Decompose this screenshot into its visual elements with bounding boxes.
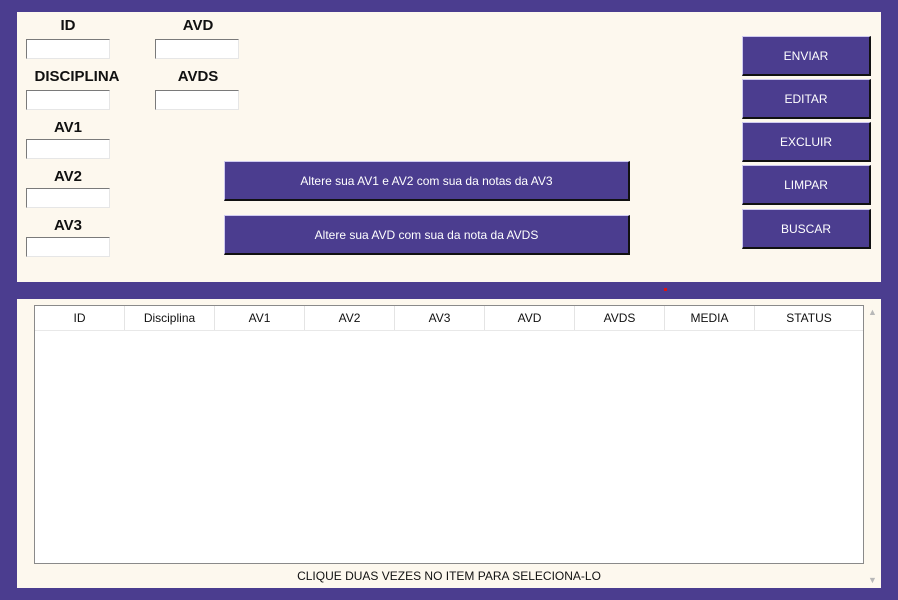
marker-dot: [664, 288, 667, 291]
id-input[interactable]: [26, 39, 110, 59]
column-header-media[interactable]: MEDIA: [665, 306, 755, 330]
results-table[interactable]: ID Disciplina AV1 AV2 AV3 AVD AVDS MEDIA…: [34, 305, 864, 564]
column-header-disciplina[interactable]: Disciplina: [125, 306, 215, 330]
results-panel: ID Disciplina AV1 AV2 AV3 AVD AVDS MEDIA…: [17, 299, 881, 588]
vertical-scrollbar[interactable]: ▲ ▼: [866, 305, 879, 587]
avd-label: AVD: [182, 17, 214, 34]
id-label: ID: [60, 17, 76, 34]
limpar-button[interactable]: LIMPAR: [742, 165, 871, 205]
av2-label: AV2: [53, 168, 83, 185]
column-header-avds[interactable]: AVDS: [575, 306, 665, 330]
av2-input[interactable]: [26, 188, 110, 208]
update-av-button[interactable]: Altere sua AV1 e AV2 com sua da notas da…: [224, 161, 630, 201]
editar-button[interactable]: EDITAR: [742, 79, 871, 119]
column-header-av2[interactable]: AV2: [305, 306, 395, 330]
av3-label: AV3: [53, 217, 83, 234]
column-header-status[interactable]: STATUS: [755, 306, 863, 330]
excluir-button[interactable]: EXCLUIR: [742, 122, 871, 162]
instruction-text: CLIQUE DUAS VEZES NO ITEM PARA SELECIONA…: [297, 569, 601, 583]
av3-input[interactable]: [26, 237, 110, 257]
chevron-up-icon[interactable]: ▲: [868, 307, 877, 317]
enviar-button[interactable]: ENVIAR: [742, 36, 871, 76]
form-panel: ID AVD DISCIPLINA AVDS AV1 AV2 AV3 Alter…: [17, 12, 881, 282]
avds-input[interactable]: [155, 90, 239, 110]
avds-label: AVDS: [177, 68, 219, 85]
column-header-av3[interactable]: AV3: [395, 306, 485, 330]
disciplina-input[interactable]: [26, 90, 110, 110]
table-header: ID Disciplina AV1 AV2 AV3 AVD AVDS MEDIA…: [35, 306, 863, 331]
column-header-id[interactable]: ID: [35, 306, 125, 330]
buscar-button[interactable]: BUSCAR: [742, 209, 871, 249]
av1-label: AV1: [53, 119, 83, 136]
avd-input[interactable]: [155, 39, 239, 59]
update-avd-button[interactable]: Altere sua AVD com sua da nota da AVDS: [224, 215, 630, 255]
disciplina-label: DISCIPLINA: [34, 68, 120, 85]
column-header-av1[interactable]: AV1: [215, 306, 305, 330]
av1-input[interactable]: [26, 139, 110, 159]
column-header-avd[interactable]: AVD: [485, 306, 575, 330]
